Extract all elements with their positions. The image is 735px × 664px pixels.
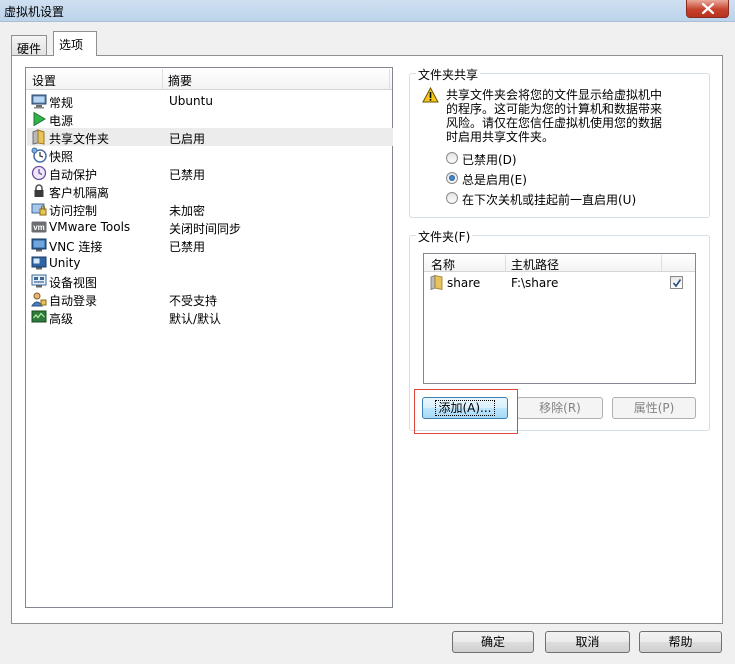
settings-row-general[interactable]: 常规 Ubuntu xyxy=(27,92,393,110)
warning-line: 时启用共享文件夹。 xyxy=(446,130,555,144)
setting-summary: 默认/默认 xyxy=(169,312,222,326)
ok-button[interactable]: 确定 xyxy=(452,631,534,653)
radio-button[interactable] xyxy=(446,172,458,184)
setting-name: VNC 连接 xyxy=(49,240,103,254)
setting-name: 客户机隔离 xyxy=(49,186,110,200)
setting-name: 访问控制 xyxy=(49,204,98,218)
settings-row-shared-folders[interactable]: 共享文件夹 已启用 xyxy=(27,128,393,146)
setting-name: 自动登录 xyxy=(49,294,98,308)
setting-summary: 已启用 xyxy=(169,132,206,146)
column-divider[interactable] xyxy=(661,255,662,271)
device-view-icon xyxy=(31,274,47,288)
advanced-icon xyxy=(31,310,47,323)
folder-list-header: 名称 主机路径 xyxy=(424,254,695,272)
column-header-summary[interactable]: 摘要 xyxy=(168,72,192,89)
folder-properties-button[interactable]: 属性(P) xyxy=(612,397,696,419)
setting-name: 高级 xyxy=(49,312,74,326)
setting-summary: 未加密 xyxy=(169,204,206,218)
folder-sharing-title: 文件夹共享 xyxy=(416,66,481,83)
column-divider[interactable] xyxy=(389,69,390,89)
radio-label[interactable]: 总是启用(E) xyxy=(462,171,527,188)
window-title: 虚拟机设置 xyxy=(4,5,65,19)
unity-icon xyxy=(31,256,47,270)
shared-folder-icon xyxy=(32,129,45,145)
setting-name: 快照 xyxy=(49,150,74,164)
monitor-icon xyxy=(31,94,47,109)
warning-icon xyxy=(422,87,439,103)
title-bar: 虚拟机设置 xyxy=(0,0,735,22)
settings-row-unity[interactable]: Unity xyxy=(27,254,393,272)
settings-row-autologin[interactable]: 自动登录 不受支持 xyxy=(27,290,393,308)
tab-hardware[interactable]: 硬件 xyxy=(11,35,47,56)
column-header-setting[interactable]: 设置 xyxy=(32,72,56,89)
settings-row-vmware-tools[interactable]: vm VMware Tools 关闭时间同步 xyxy=(27,218,393,236)
svg-text:vm: vm xyxy=(33,223,45,232)
snapshot-clock-icon xyxy=(31,147,47,163)
setting-name: 电源 xyxy=(49,114,74,128)
folder-list[interactable]: 名称 主机路径 share F:\share xyxy=(423,253,696,384)
vnc-icon xyxy=(31,238,47,252)
sharing-warning-text: 共享文件夹会将您的文件显示给虚拟机中 的程序。这可能为您的计算机和数据带来 风险… xyxy=(446,88,696,144)
folder-name: share xyxy=(447,276,481,290)
folder-host-path: F:\share xyxy=(511,276,559,290)
setting-name: 共享文件夹 xyxy=(49,132,110,146)
settings-row-autoprotect[interactable]: 自动保护 已禁用 xyxy=(27,164,393,182)
warning-line: 共享文件夹会将您的文件显示给虚拟机中 xyxy=(446,88,663,102)
access-control-icon xyxy=(31,203,47,216)
radio-label[interactable]: 在下次关机或挂起前一直启用(U) xyxy=(462,191,636,208)
setting-name: Unity xyxy=(49,256,81,270)
vmware-tools-icon: vm xyxy=(31,221,47,233)
checkmark-icon xyxy=(672,279,682,288)
column-divider[interactable] xyxy=(505,255,506,271)
radio-label[interactable]: 已禁用(D) xyxy=(462,151,517,168)
folder-row[interactable]: share F:\share xyxy=(424,274,695,292)
highlight-outline xyxy=(414,389,518,434)
settings-list-header: 设置 摘要 xyxy=(26,68,392,90)
folders-title: 文件夹(F) xyxy=(416,228,473,245)
setting-summary: 关闭时间同步 xyxy=(169,222,242,236)
settings-list[interactable]: 设置 摘要 常规 Ubuntu 电源 共享文件夹 已启用 快照 自动保护 已禁用… xyxy=(25,67,393,608)
help-button[interactable]: 帮助 xyxy=(639,631,722,653)
setting-summary: 已禁用 xyxy=(169,240,206,254)
column-divider[interactable] xyxy=(162,69,163,89)
setting-name: 自动保护 xyxy=(49,168,98,182)
close-icon xyxy=(702,3,714,14)
setting-name: 常规 xyxy=(49,96,74,110)
tab-options[interactable]: 选项 xyxy=(53,31,97,56)
autoprotect-icon xyxy=(31,165,47,181)
setting-summary: 不受支持 xyxy=(169,294,218,308)
settings-row-advanced[interactable]: 高级 默认/默认 xyxy=(27,308,393,326)
lock-icon xyxy=(34,184,44,197)
folder-icon xyxy=(430,275,443,290)
warning-line: 的程序。这可能为您的计算机和数据带来 xyxy=(446,102,663,116)
settings-row-device-view[interactable]: 设备视图 xyxy=(27,272,393,290)
setting-name: 设备视图 xyxy=(49,276,98,290)
setting-summary: 已禁用 xyxy=(169,168,206,182)
folder-sharing-group: 文件夹共享 共享文件夹会将您的文件显示给虚拟机中 的程序。这可能为您的计算机和数… xyxy=(409,66,710,218)
setting-name: VMware Tools xyxy=(49,220,131,234)
warning-line: 风险。请仅在您信任虚拟机使用您的数据 xyxy=(446,116,663,130)
cancel-button[interactable]: 取消 xyxy=(545,631,630,653)
autologin-icon xyxy=(31,292,47,307)
radio-button[interactable] xyxy=(446,152,458,164)
remove-folder-button[interactable]: 移除(R) xyxy=(517,397,603,419)
settings-row-vnc[interactable]: VNC 连接 已禁用 xyxy=(27,236,393,254)
settings-row-power[interactable]: 电源 xyxy=(27,110,393,128)
power-play-icon xyxy=(33,111,46,127)
column-header-host-path[interactable]: 主机路径 xyxy=(511,256,559,273)
close-button[interactable] xyxy=(686,0,729,18)
setting-summary: Ubuntu xyxy=(169,94,213,108)
settings-row-access-control[interactable]: 访问控制 未加密 xyxy=(27,200,393,218)
settings-row-guest-isolation[interactable]: 客户机隔离 xyxy=(27,182,393,200)
folder-enabled-checkbox[interactable] xyxy=(670,276,683,289)
radio-button[interactable] xyxy=(446,192,458,204)
column-header-name[interactable]: 名称 xyxy=(431,256,455,273)
settings-row-snapshots[interactable]: 快照 xyxy=(27,146,393,164)
